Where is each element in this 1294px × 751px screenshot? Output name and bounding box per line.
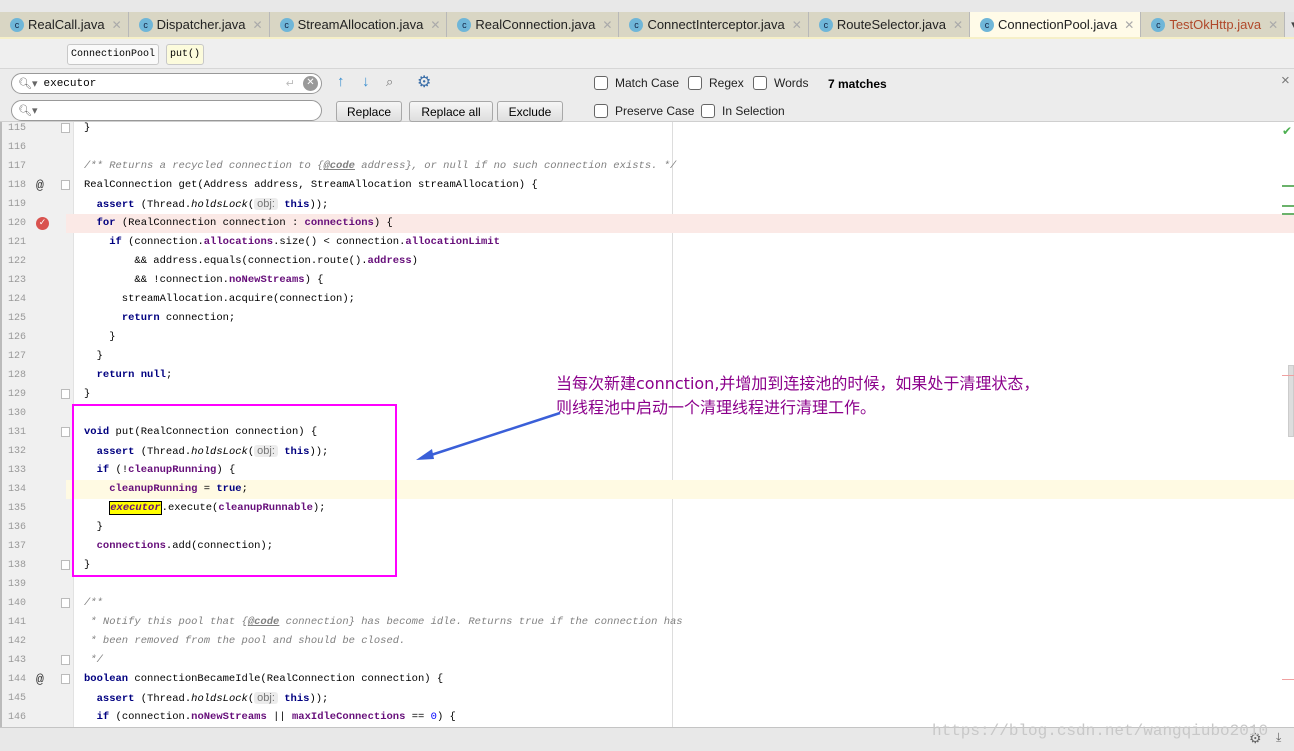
annotation-arrow xyxy=(416,411,561,460)
arrow-head xyxy=(416,449,434,460)
arrow-shaft xyxy=(427,411,561,458)
download-icon[interactable]: ⤓ xyxy=(1276,730,1281,745)
watermark: https://blog.csdn.net/wangqiubo2010 xyxy=(932,722,1269,740)
